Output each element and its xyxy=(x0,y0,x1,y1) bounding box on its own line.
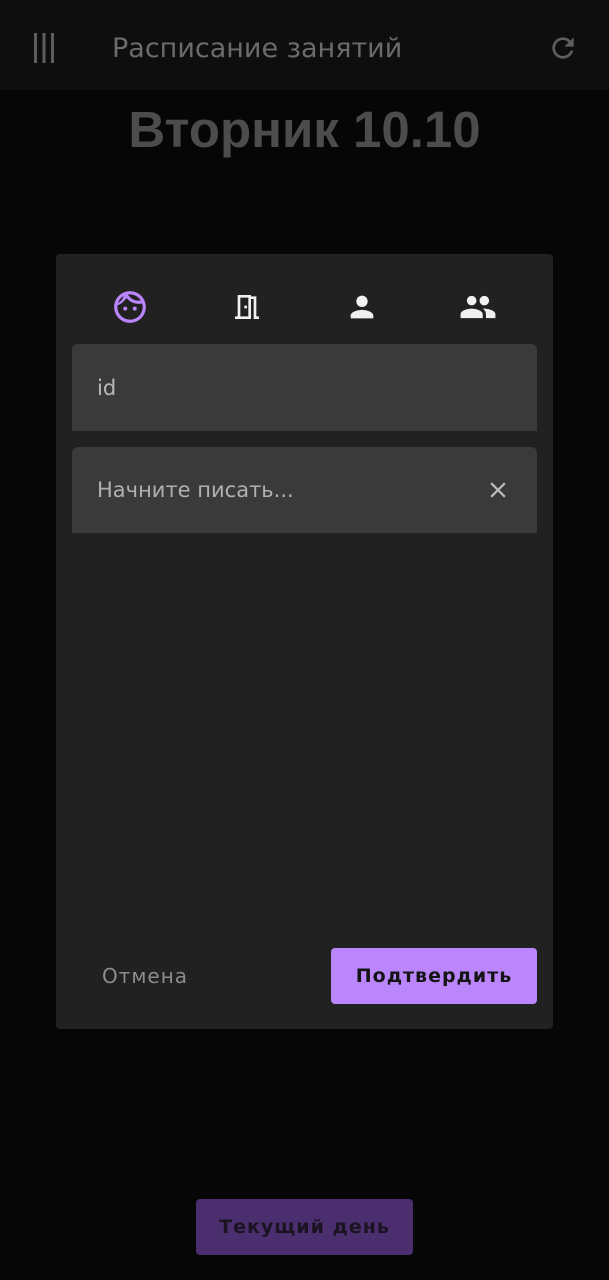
tab-room[interactable] xyxy=(222,282,272,332)
confirm-button[interactable]: Подтвердить xyxy=(331,948,537,1004)
face-icon xyxy=(114,291,146,323)
tab-student[interactable] xyxy=(105,282,155,332)
today-button[interactable]: Текущий день xyxy=(196,1199,413,1255)
cancel-button[interactable]: Отмена xyxy=(80,948,210,1004)
app-title: Расписание занятий xyxy=(112,33,403,64)
id-field-value: id xyxy=(97,375,117,400)
refresh-button[interactable] xyxy=(535,20,591,76)
menu-button[interactable] xyxy=(18,22,70,74)
door-icon xyxy=(235,295,259,319)
app-bar: Расписание занятий xyxy=(0,0,609,90)
search-input-placeholder: Начните писать... xyxy=(97,478,294,502)
close-icon xyxy=(490,482,506,498)
id-field[interactable]: id xyxy=(72,344,537,431)
person-icon xyxy=(350,295,374,319)
group-icon xyxy=(460,295,496,319)
search-input[interactable]: Начните писать... xyxy=(72,447,537,533)
menu-icon xyxy=(34,33,54,63)
tab-group[interactable] xyxy=(453,282,503,332)
refresh-icon xyxy=(552,37,574,59)
tab-teacher[interactable] xyxy=(337,282,387,332)
day-heading: Вторник 10.10 xyxy=(128,101,481,158)
search-dialog: id Начните писать... Отмена Подтвердить xyxy=(56,254,553,1029)
clear-button[interactable] xyxy=(481,473,515,507)
